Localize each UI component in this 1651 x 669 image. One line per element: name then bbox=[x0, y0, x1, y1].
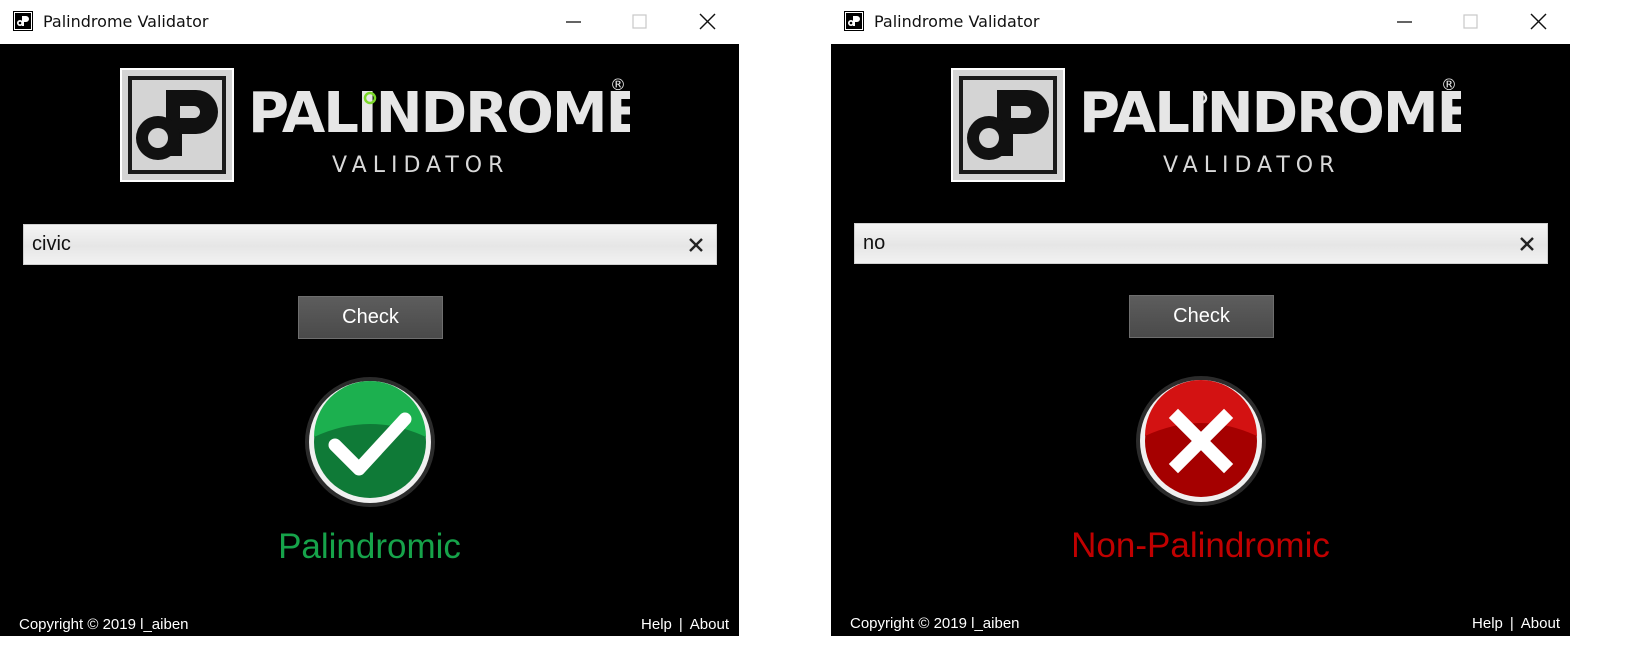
footer-links: Help | About bbox=[1472, 615, 1560, 632]
title-bar[interactable]: Palindrome Validator bbox=[0, 0, 739, 44]
palindrome-validator-logo: PALINDROME ® VALIDATOR bbox=[120, 68, 630, 182]
palindrome-window-right: Palindrome Validator PALINDROME ® VALIDA… bbox=[831, 0, 1570, 636]
cross-circle-icon bbox=[1136, 376, 1266, 506]
window-title: Palindrome Validator bbox=[874, 12, 1040, 31]
clear-x-icon[interactable] bbox=[686, 235, 706, 255]
footer-separator: | bbox=[1509, 615, 1514, 632]
help-link[interactable]: Help bbox=[641, 616, 672, 633]
word-input[interactable] bbox=[855, 224, 1510, 263]
logo-wordmark: PALINDROME bbox=[248, 81, 630, 146]
clear-x-icon[interactable] bbox=[1517, 234, 1537, 254]
registered-mark: ® bbox=[1441, 75, 1457, 94]
registered-mark: ® bbox=[610, 75, 626, 94]
footer-links: Help | About bbox=[641, 616, 729, 633]
title-bar[interactable]: Palindrome Validator bbox=[831, 0, 1570, 44]
check-button[interactable]: Check bbox=[298, 296, 443, 339]
app-body: PALINDROME ® VALIDATOR Check Non-Palindr… bbox=[831, 44, 1570, 636]
palindrome-window-left: Palindrome Validator PALINDROME ® VALIDA… bbox=[0, 0, 739, 636]
text-input-box bbox=[23, 224, 717, 265]
help-link[interactable]: Help bbox=[1472, 615, 1503, 632]
logo-subtitle: VALIDATOR bbox=[332, 153, 509, 178]
maximize-icon[interactable] bbox=[1457, 8, 1485, 36]
about-link[interactable]: About bbox=[1521, 615, 1560, 632]
logo-wordmark: PALINDROME bbox=[1079, 81, 1461, 146]
minimize-icon[interactable] bbox=[1391, 8, 1419, 36]
app-logo-icon bbox=[844, 11, 864, 31]
app-logo-icon bbox=[13, 11, 33, 31]
copyright-text: Copyright © 2019 l_aiben bbox=[850, 615, 1020, 632]
maximize-icon[interactable] bbox=[626, 8, 654, 36]
check-button[interactable]: Check bbox=[1129, 295, 1274, 338]
result-label: Palindromic bbox=[278, 527, 461, 566]
close-icon[interactable] bbox=[694, 8, 722, 36]
result-label: Non-Palindromic bbox=[1071, 526, 1330, 565]
text-input-box bbox=[854, 223, 1548, 264]
palindrome-validator-logo: PALINDROME ® VALIDATOR bbox=[951, 68, 1461, 182]
minimize-icon[interactable] bbox=[560, 8, 588, 36]
window-title: Palindrome Validator bbox=[43, 12, 209, 31]
close-icon[interactable] bbox=[1525, 8, 1553, 36]
word-input[interactable] bbox=[24, 225, 679, 264]
about-link[interactable]: About bbox=[690, 616, 729, 633]
checkmark-circle-icon bbox=[305, 377, 435, 507]
footer-separator: | bbox=[678, 616, 683, 633]
logo-subtitle: VALIDATOR bbox=[1163, 153, 1340, 178]
app-body: PALINDROME ® VALIDATOR Check Palindromic… bbox=[0, 44, 739, 636]
copyright-text: Copyright © 2019 l_aiben bbox=[19, 616, 189, 633]
